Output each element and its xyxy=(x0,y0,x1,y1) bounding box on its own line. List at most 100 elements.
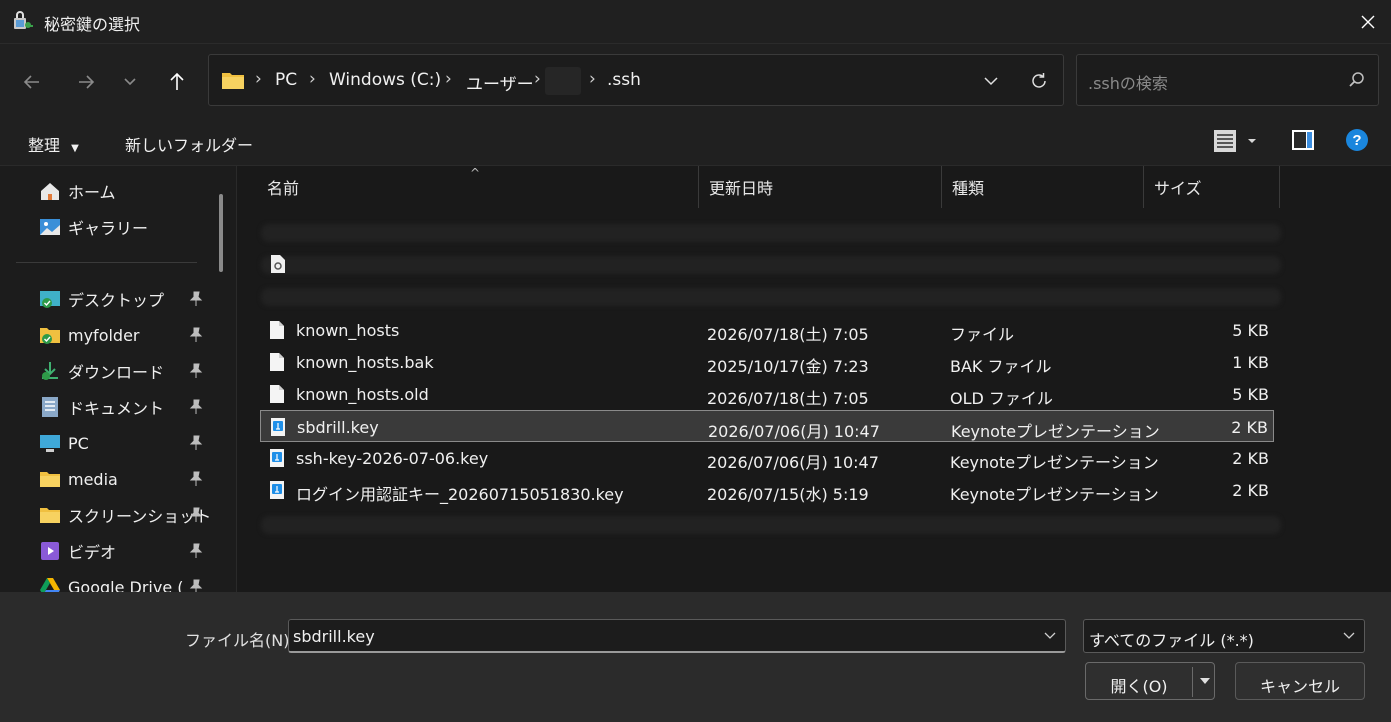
pin-icon[interactable] xyxy=(188,507,204,523)
file-row-selected[interactable]: sbdrill.key 2026/07/06(月) 10:47 Keynoteプ… xyxy=(260,410,1274,442)
open-button[interactable]: 開く(O) xyxy=(1085,662,1215,700)
window-title: 秘密鍵の選択 xyxy=(44,15,141,34)
column-header-size[interactable]: サイズ xyxy=(1144,166,1280,208)
preview-pane-icon xyxy=(1292,130,1314,150)
sidebar-item-downloads[interactable]: ダウンロード xyxy=(38,356,208,386)
pin-icon[interactable] xyxy=(188,327,204,343)
filename-input[interactable]: sbdrill.key xyxy=(288,619,1066,653)
pc-icon xyxy=(38,431,62,455)
home-icon xyxy=(38,179,62,203)
file-type-select[interactable]: すべてのファイル (*.*) xyxy=(1083,619,1365,653)
close-button[interactable] xyxy=(1345,0,1391,44)
address-bar[interactable]: › PC › Windows (C:) › ユーザー › › .ssh xyxy=(208,54,1064,106)
breadcrumb-separator: › xyxy=(255,69,262,89)
preview-pane-button[interactable] xyxy=(1291,128,1315,156)
sidebar-item-gallery[interactable]: ギャラリー xyxy=(38,212,208,242)
split-divider xyxy=(1192,667,1193,697)
file-name: sbdrill.key xyxy=(297,418,379,437)
sidebar-item-label: media xyxy=(68,469,118,489)
refresh-icon xyxy=(1032,73,1046,88)
breadcrumb-users[interactable]: ユーザー xyxy=(466,70,534,95)
file-row[interactable]: known_hosts.bak 2025/10/17(金) 7:23 BAK フ… xyxy=(260,346,1274,378)
keynote-file-icon xyxy=(270,481,284,499)
file-row[interactable]: known_hosts.old 2026/07/18(土) 7:05 OLD フ… xyxy=(260,378,1274,410)
chevron-down-icon xyxy=(1343,632,1355,639)
redacted-row xyxy=(261,256,1281,274)
column-header-type[interactable]: 種類 xyxy=(942,166,1144,208)
up-button[interactable] xyxy=(161,66,193,98)
sidebar-item-google-drive[interactable]: Google Drive ( xyxy=(38,572,208,592)
file-size: 1 KB xyxy=(1232,353,1269,372)
help-button[interactable]: ? xyxy=(1345,128,1369,156)
command-bar: 整理 ▼ 新しいフォルダー ? xyxy=(0,118,1391,166)
breadcrumb-separator: › xyxy=(534,69,541,89)
new-folder-button[interactable]: 新しいフォルダー xyxy=(125,132,253,156)
file-list: ^ 名前 更新日時 種類 サイズ known_hosts 2026/07/18(… xyxy=(237,166,1391,592)
breadcrumb-separator: › xyxy=(445,69,452,89)
sidebar-item-pc[interactable]: PC xyxy=(38,428,208,458)
redacted-row xyxy=(261,516,1281,534)
pin-icon[interactable] xyxy=(188,363,204,379)
close-icon xyxy=(1361,15,1375,29)
sidebar-item-videos[interactable]: ビデオ xyxy=(38,536,208,566)
sidebar-scrollbar[interactable] xyxy=(219,194,223,272)
pin-icon[interactable] xyxy=(188,291,204,307)
cancel-button[interactable]: キャンセル xyxy=(1235,662,1365,700)
arrow-left-icon xyxy=(23,75,39,89)
organize-label: 整理 xyxy=(28,136,61,155)
breadcrumb-user[interactable] xyxy=(545,67,581,95)
folder-icon xyxy=(38,467,62,491)
sidebar-item-media[interactable]: media xyxy=(38,464,208,494)
redacted-row xyxy=(261,288,1281,306)
pin-icon[interactable] xyxy=(188,579,204,592)
file-icon xyxy=(270,321,284,339)
back-button[interactable] xyxy=(16,66,48,98)
file-size: 2 KB xyxy=(1231,418,1268,437)
file-row[interactable]: ssh-key-2026-07-06.key 2026/07/06(月) 10:… xyxy=(260,442,1274,474)
sidebar-item-home[interactable]: ホーム xyxy=(38,176,208,206)
search-box[interactable]: .sshの検索 xyxy=(1076,54,1379,106)
sidebar-item-label: ダウンロード xyxy=(68,363,165,382)
video-icon xyxy=(38,539,62,563)
sidebar-item-myfolder[interactable]: myfolder xyxy=(38,320,208,350)
sidebar-item-label: PC xyxy=(68,433,89,453)
file-row[interactable]: known_hosts 2026/07/18(土) 7:05 ファイル 5 KB xyxy=(260,314,1274,346)
forward-button[interactable] xyxy=(70,66,102,98)
organize-menu[interactable]: 整理 ▼ xyxy=(28,132,79,156)
address-history-button[interactable] xyxy=(977,67,1005,95)
open-options-dropdown[interactable] xyxy=(1198,675,1212,687)
folder-icon xyxy=(222,73,244,89)
breadcrumb-drive[interactable]: Windows (C:) xyxy=(329,70,441,90)
file-type: OLD ファイル xyxy=(950,389,1053,408)
file-date: 2026/07/15(水) 5:19 xyxy=(707,485,869,504)
sidebar-item-label: デスクトップ xyxy=(68,291,165,310)
refresh-button[interactable] xyxy=(1025,67,1053,95)
pin-icon[interactable] xyxy=(188,471,204,487)
breadcrumb-ssh[interactable]: .ssh xyxy=(607,70,641,90)
file-row[interactable]: ログイン用認証キー_20260715051830.key 2026/07/15(… xyxy=(260,474,1274,506)
search-placeholder: .sshの検索 xyxy=(1088,74,1168,93)
view-options-button[interactable] xyxy=(1213,128,1259,158)
sidebar-item-label: ビデオ xyxy=(68,543,117,562)
pin-icon[interactable] xyxy=(188,399,204,415)
pin-icon[interactable] xyxy=(188,543,204,559)
pin-icon[interactable] xyxy=(188,435,204,451)
recent-locations-button[interactable] xyxy=(114,66,146,98)
arrow-up-icon xyxy=(170,72,184,90)
download-icon xyxy=(38,359,62,383)
chevron-down-icon[interactable] xyxy=(1043,628,1057,642)
sidebar-item-screenshots[interactable]: スクリーンショット xyxy=(38,500,211,530)
file-size: 5 KB xyxy=(1232,321,1269,340)
column-header-date[interactable]: 更新日時 xyxy=(699,166,942,208)
help-icon: ? xyxy=(1346,129,1368,151)
settings-file-icon xyxy=(271,255,285,273)
sidebar-item-desktop[interactable]: デスクトップ xyxy=(38,284,208,314)
column-header-name[interactable]: 名前 xyxy=(257,166,699,208)
sidebar-item-documents[interactable]: ドキュメント xyxy=(38,392,208,422)
file-type: ファイル xyxy=(950,325,1015,344)
file-date: 2026/07/18(土) 7:05 xyxy=(707,325,869,344)
file-type: Keynoteプレゼンテーション xyxy=(950,453,1159,472)
breadcrumb-pc[interactable]: PC xyxy=(275,70,297,90)
file-type: BAK ファイル xyxy=(950,357,1052,376)
arrow-right-icon xyxy=(79,75,95,89)
